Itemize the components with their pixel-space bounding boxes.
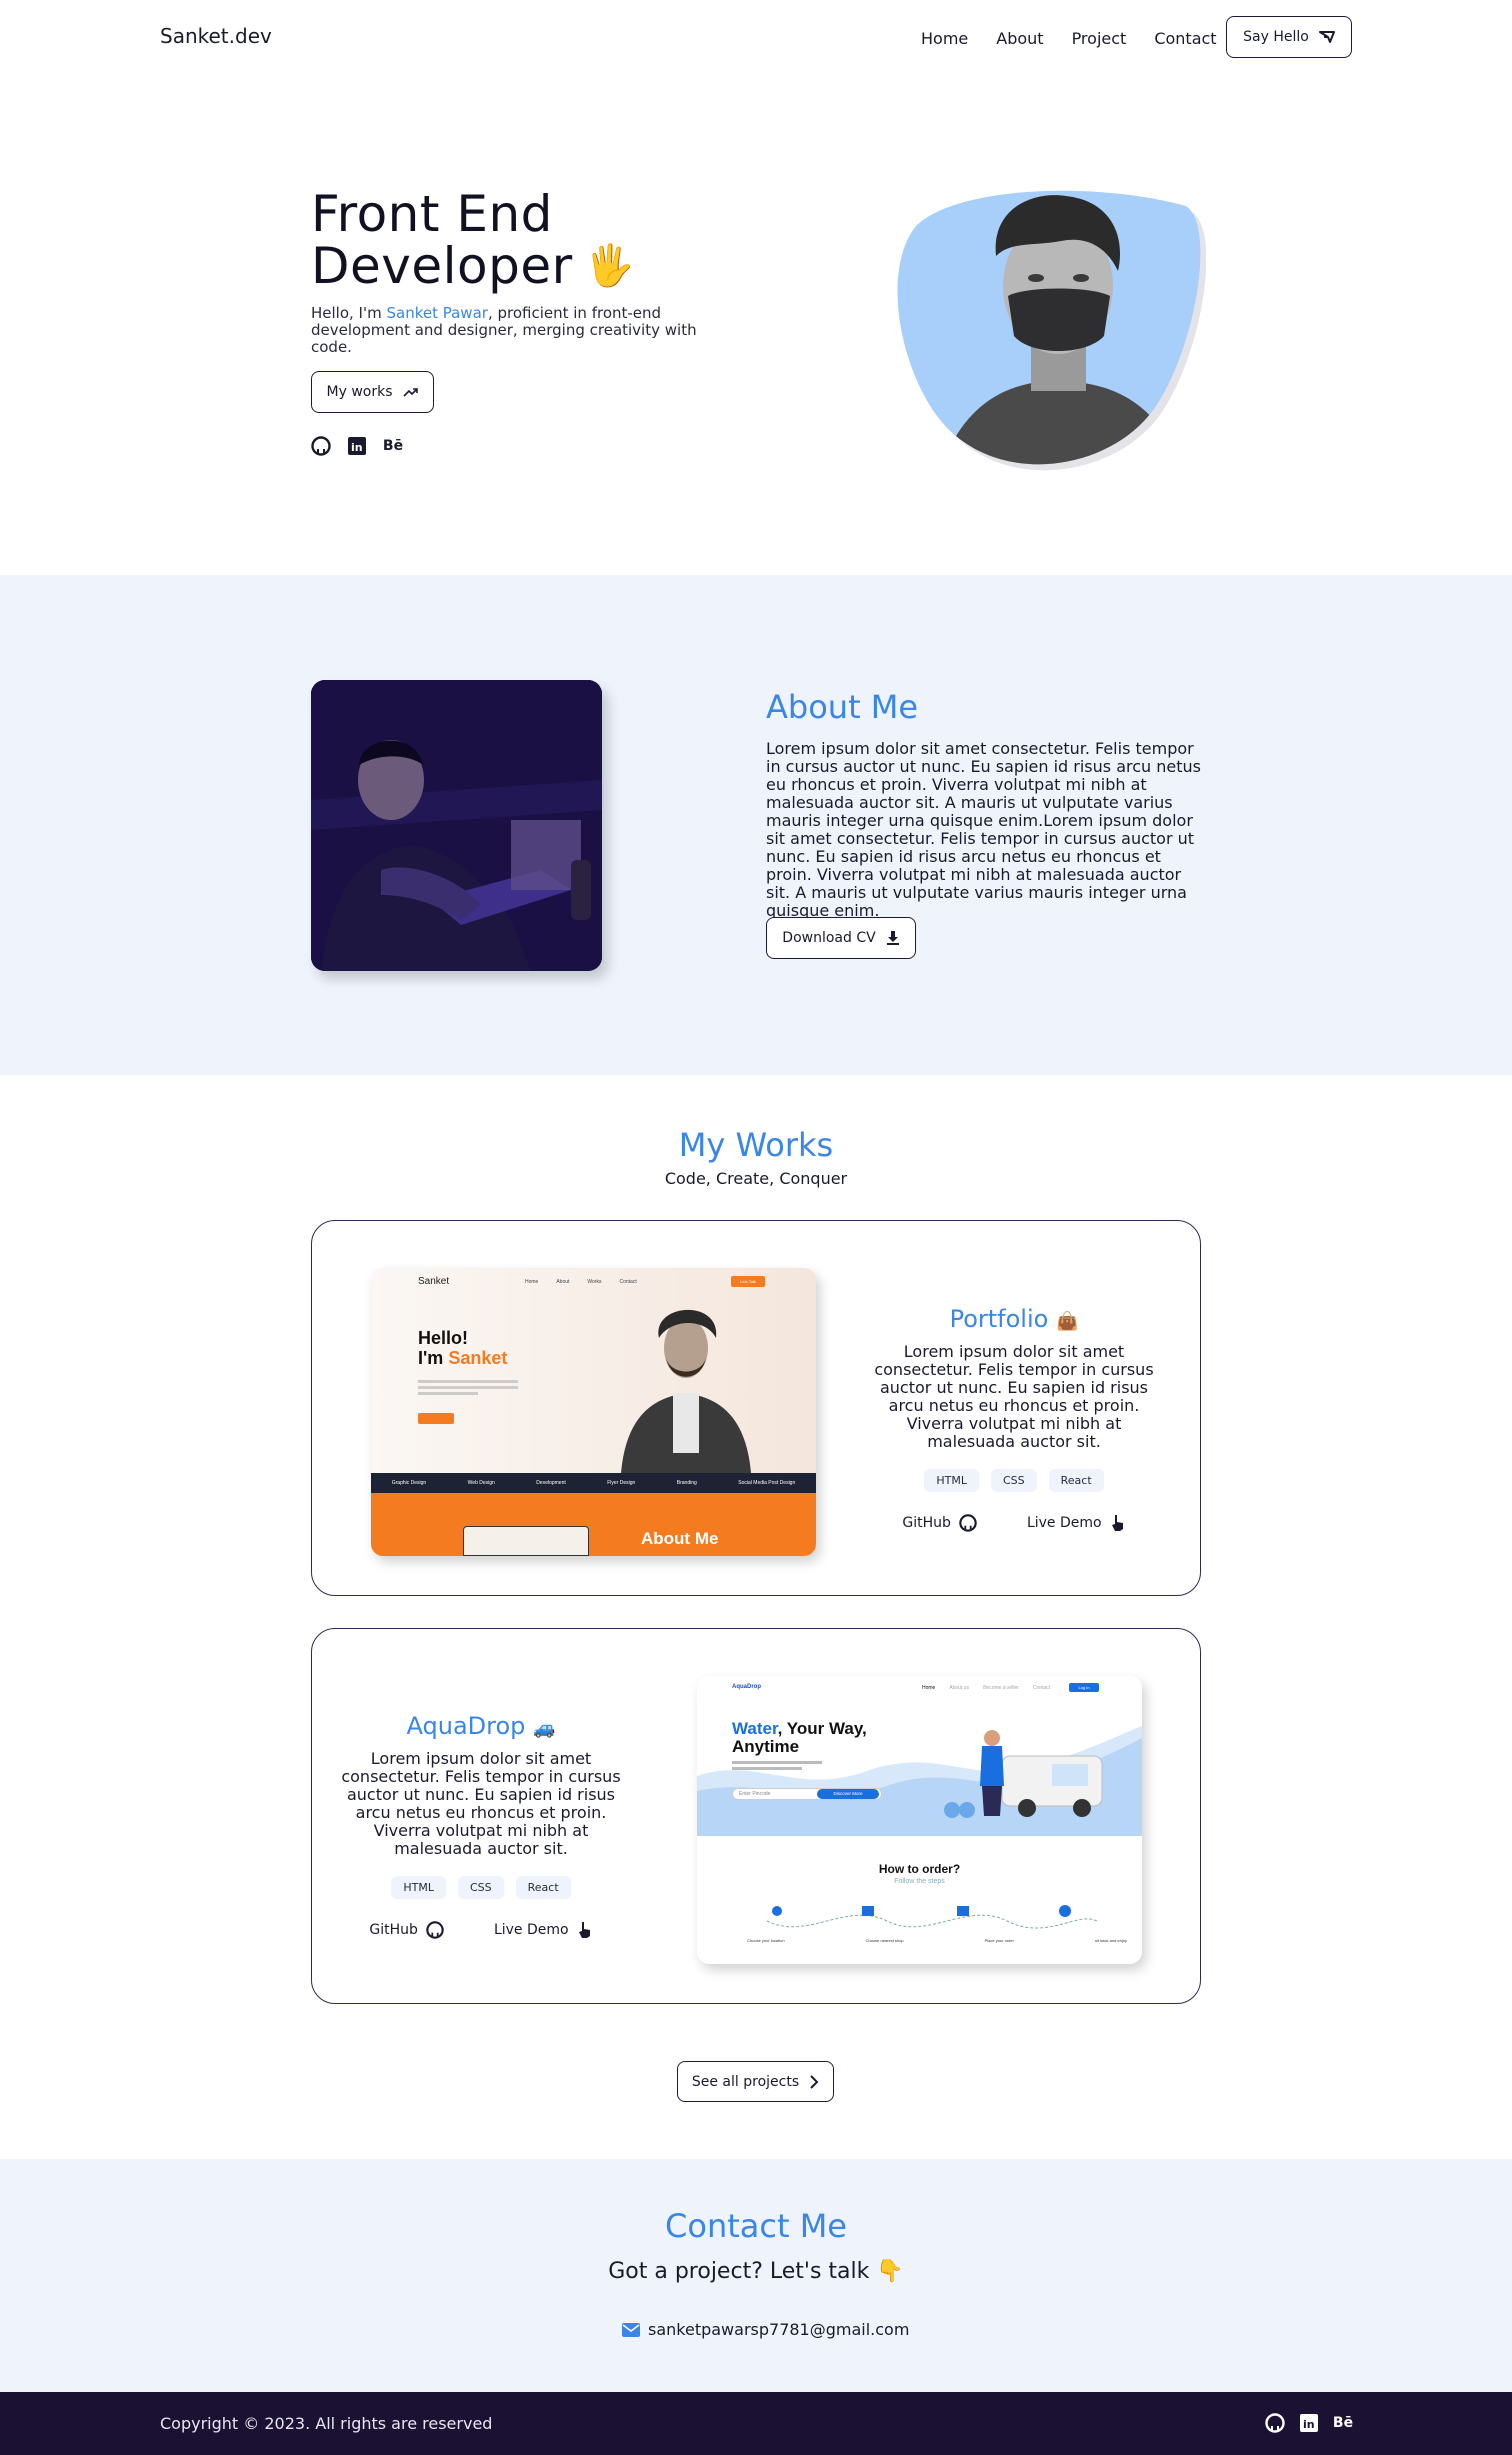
footer: Copyright © 2023. All rights are reserve… (0, 2392, 1512, 2455)
footer-socials: in Bē (1265, 2413, 1353, 2433)
portfolio-preview-image[interactable]: Sanket Home About Works Contact Lets Tal… (371, 1268, 816, 1556)
nav-links: Home About Project Contact (921, 29, 1217, 48)
contact-tagline: Got a project? Let's talk 👇 (608, 2259, 904, 2284)
contact-section: Contact Me Got a project? Let's talk 👇 s… (0, 2159, 1512, 2392)
my-works-button[interactable]: My works (311, 371, 434, 413)
nav-link-home[interactable]: Home (921, 29, 968, 48)
pointing-down-emoji: 👇 (876, 2259, 904, 2284)
say-hello-label: Say Hello (1243, 29, 1309, 45)
portfolio-github-link[interactable]: GitHub (902, 1514, 977, 1532)
aquadrop-title: AquaDrop (406, 1712, 526, 1740)
tag-css: CSS (457, 1876, 504, 1899)
hero-intro: Hello, I'm Sanket Pawar, proficient in f… (311, 304, 697, 356)
copyright-text: Copyright © 2023. All rights are reserve… (160, 2414, 493, 2433)
pointer-hand-icon (578, 1922, 590, 1938)
works-heading: My Works (678, 1126, 834, 1164)
tag-react: React (1048, 1469, 1104, 1492)
chevron-right-icon (810, 2074, 819, 2089)
hero-socials: in Bē (311, 436, 403, 456)
hero-title-line2: Developer (311, 237, 573, 295)
aquadrop-description: Lorem ipsum dolor sit amet consectetur. … (341, 1749, 621, 1858)
send-icon (1318, 31, 1335, 43)
see-all-projects-button[interactable]: See all projects (677, 2061, 834, 2102)
download-icon (886, 931, 899, 945)
contact-email-row[interactable]: sanketpawarsp7781@gmail.com (622, 2320, 909, 2339)
aquadrop-info: AquaDrop 🚙 Lorem ipsum dolor sit amet co… (341, 1712, 621, 1939)
download-cv-button[interactable]: Download CV (766, 917, 916, 959)
tag-css: CSS (990, 1469, 1037, 1492)
behance-icon[interactable]: Bē (1333, 2413, 1353, 2433)
about-text: Lorem ipsum dolor sit amet consectetur. … (766, 739, 1201, 920)
nav-link-project[interactable]: Project (1072, 29, 1127, 48)
tag-html: HTML (924, 1469, 979, 1492)
bag-emoji: 👜 (1055, 1311, 1079, 1332)
site-logo[interactable]: Sanket.dev (160, 24, 272, 48)
contact-email: sanketpawarsp7781@gmail.com (648, 2320, 910, 2339)
my-works-label: My works (326, 384, 393, 400)
github-icon[interactable] (1265, 2413, 1285, 2433)
hero-title: Front End Developer 🖐 (311, 188, 635, 292)
about-section (0, 575, 1512, 1075)
top-nav: Sanket.dev Home About Project Contact Sa… (0, 0, 1512, 80)
mail-icon (622, 2322, 640, 2337)
wave-emoji: 🖐 (584, 243, 635, 289)
hero-title-line1: Front End (311, 185, 553, 243)
about-heading: About Me (766, 688, 919, 726)
svg-text:in: in (351, 441, 363, 454)
hero-name: Sanket Pawar (386, 304, 488, 322)
hero-portrait (896, 186, 1207, 476)
works-subheading: Code, Create, Conquer (664, 1169, 848, 1188)
tag-html: HTML (391, 1876, 446, 1899)
car-emoji: 🚙 (533, 1718, 556, 1739)
nav-link-about[interactable]: About (996, 29, 1043, 48)
github-icon (959, 1514, 977, 1532)
contact-heading: Contact Me (665, 2207, 847, 2245)
github-icon (426, 1921, 444, 1939)
linkedin-icon[interactable]: in (347, 436, 367, 456)
aquadrop-preview-image[interactable]: AquaDrop Home About us Become a seller C… (697, 1676, 1142, 1964)
linkedin-icon[interactable]: in (1299, 2413, 1319, 2433)
aquadrop-live-demo-link[interactable]: Live Demo (494, 1921, 593, 1939)
see-all-projects-label: See all projects (691, 2073, 800, 2090)
behance-icon[interactable]: Bē (383, 436, 403, 456)
about-photo (311, 680, 602, 971)
github-icon[interactable] (311, 436, 331, 456)
portfolio-info: Portfolio 👜 Lorem ipsum dolor sit amet c… (874, 1305, 1154, 1532)
portfolio-live-demo-link[interactable]: Live Demo (1027, 1514, 1126, 1532)
svg-text:in: in (1303, 2418, 1315, 2431)
trending-up-icon (402, 388, 418, 397)
nav-link-contact[interactable]: Contact (1154, 29, 1216, 48)
portfolio-title: Portfolio (949, 1305, 1049, 1333)
aquadrop-github-link[interactable]: GitHub (369, 1921, 444, 1939)
say-hello-button[interactable]: Say Hello (1226, 16, 1352, 58)
preview-brand: Sanket (418, 1276, 450, 1287)
pointer-hand-icon (1111, 1515, 1123, 1531)
tag-react: React (515, 1876, 571, 1899)
download-cv-label: Download CV (782, 930, 876, 946)
portfolio-description: Lorem ipsum dolor sit amet consectetur. … (874, 1342, 1154, 1451)
